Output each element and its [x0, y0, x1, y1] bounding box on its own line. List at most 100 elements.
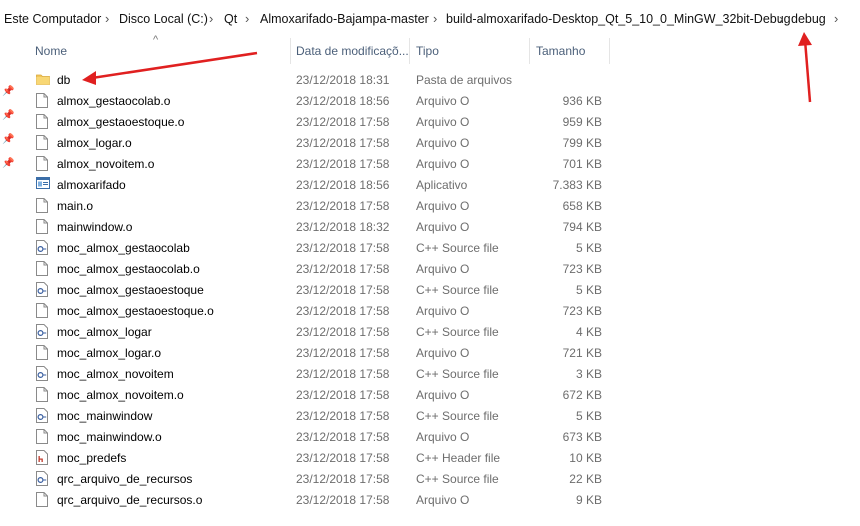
file-size: 3 KB [575, 367, 602, 381]
file-row[interactable]: moc_almox_gestaocolab.o 23/12/2018 17:58 A… [30, 259, 610, 280]
file-row[interactable]: almox_novoitem.o 23/12/2018 17:58 Arquivo … [30, 154, 610, 175]
cpp-source-icon [36, 408, 50, 424]
file-name: moc_predefs [57, 451, 127, 465]
column-header-size[interactable]: Tamanho [536, 44, 585, 62]
file-name: almox_gestaoestoque.o [57, 115, 185, 129]
file-size: 936 KB [562, 94, 602, 108]
file-size: 701 KB [562, 157, 602, 171]
breadcrumb-item[interactable]: Qt [224, 12, 237, 26]
file-type: C++ Source file [416, 472, 499, 486]
file-name: moc_mainwindow.o [57, 430, 162, 444]
chevron-right-icon[interactable]: › [209, 11, 213, 26]
pin-icon[interactable]: 📌 [2, 110, 14, 121]
file-date: 23/12/2018 17:58 [296, 241, 390, 255]
file-name: moc_almox_gestaocolab.o [57, 262, 200, 276]
file-row[interactable]: moc_almox_logar 23/12/2018 17:58 C++ Sourc… [30, 322, 610, 343]
column-divider[interactable] [529, 38, 530, 64]
file-name: moc_almox_gestaocolab [57, 241, 190, 255]
file-row[interactable]: main.o 23/12/2018 17:58 Arquivo O 658 KB [30, 196, 610, 217]
application-icon [36, 177, 50, 193]
file-row[interactable]: moc_almox_gestaoestoque.o 23/12/2018 17:5… [30, 301, 610, 322]
file-row[interactable]: almox_gestaoestoque.o 23/12/2018 17:58 Arq… [30, 112, 610, 133]
column-divider[interactable] [290, 38, 291, 64]
file-type: Arquivo O [416, 136, 470, 150]
file-size: 5 KB [575, 409, 602, 423]
file-date: 23/12/2018 17:58 [296, 430, 390, 444]
file-row[interactable]: almox_gestaocolab.o 23/12/2018 18:56 Arqui… [30, 91, 610, 112]
file-size: 799 KB [562, 136, 602, 150]
file-name: qrc_arquivo_de_recursos [57, 472, 193, 486]
column-header-date[interactable]: Data de modificaçõ... [296, 44, 409, 62]
cpp-source-icon [36, 366, 50, 382]
pin-icon[interactable]: 📌 [2, 158, 14, 169]
cpp-source-icon [36, 324, 50, 340]
breadcrumb: Este Computador › Disco Local (C:) › Qt … [0, 0, 860, 38]
chevron-right-icon[interactable]: › [834, 11, 838, 26]
file-date: 23/12/2018 17:58 [296, 346, 390, 360]
file-date: 23/12/2018 17:58 [296, 115, 390, 129]
file-row[interactable]: moc_mainwindow 23/12/2018 17:58 C++ Source… [30, 406, 610, 427]
file-size: 959 KB [562, 115, 602, 129]
file-size: 5 KB [575, 283, 602, 297]
file-icon [36, 261, 50, 277]
file-row[interactable]: moc_almox_gestaoestoque 23/12/2018 17:58 C… [30, 280, 610, 301]
file-name: db [57, 73, 71, 87]
file-row[interactable]: moc_mainwindow.o 23/12/2018 17:58 Arquivo … [30, 427, 610, 448]
cpp-source-icon [36, 240, 50, 256]
file-name: moc_almox_novoitem.o [57, 388, 184, 402]
file-row[interactable]: qrc_arquivo_de_recursos 23/12/2018 17:58 C… [30, 469, 610, 490]
column-header-name[interactable]: Nome [35, 44, 67, 62]
file-row[interactable]: almoxarifado 23/12/2018 18:56 Aplicativo 7.… [30, 175, 610, 196]
file-type: C++ Source file [416, 241, 499, 255]
file-row[interactable]: moc_predefs 23/12/2018 17:58 C++ Header fi… [30, 448, 610, 469]
file-size: 22 KB [569, 472, 602, 486]
file-date: 23/12/2018 17:58 [296, 199, 390, 213]
chevron-right-icon[interactable]: › [105, 11, 109, 26]
column-divider[interactable] [609, 38, 610, 64]
file-icon [36, 345, 50, 361]
file-name: moc_almox_gestaoestoque.o [57, 304, 214, 318]
breadcrumb-item-current[interactable]: debug [791, 12, 826, 26]
cpp-header-icon [36, 450, 50, 466]
file-date: 23/12/2018 18:32 [296, 220, 390, 234]
file-row[interactable]: almox_logar.o 23/12/2018 17:58 Arquivo O 79… [30, 133, 610, 154]
file-size: 10 KB [569, 451, 602, 465]
file-size: 723 KB [562, 262, 602, 276]
pin-icon[interactable]: 📌 [2, 134, 14, 145]
file-type: C++ Source file [416, 283, 499, 297]
column-header-type[interactable]: Tipo [416, 44, 439, 62]
file-type: Arquivo O [416, 346, 470, 360]
column-divider[interactable] [409, 38, 410, 64]
annotation-arrow-to-debug [798, 32, 812, 103]
breadcrumb-item[interactable]: build-almoxarifado-Desktop_Qt_5_10_0_Min… [446, 12, 791, 26]
file-name: mainwindow.o [57, 220, 133, 234]
file-type: Arquivo O [416, 388, 470, 402]
file-name: main.o [57, 199, 94, 213]
file-row[interactable]: moc_almox_logar.o 23/12/2018 17:58 Arquivo… [30, 343, 610, 364]
breadcrumb-item[interactable]: Disco Local (C:) [119, 12, 208, 26]
sort-ascending-icon: ^ [153, 34, 159, 46]
file-row[interactable]: moc_almox_gestaocolab 23/12/2018 17:58 C++… [30, 238, 610, 259]
file-row[interactable]: moc_almox_novoitem 23/12/2018 17:58 C++ So… [30, 364, 610, 385]
file-row[interactable]: mainwindow.o 23/12/2018 18:32 Arquivo O 794… [30, 217, 610, 238]
file-row[interactable]: moc_almox_novoitem.o 23/12/2018 17:58 Arqu… [30, 385, 610, 406]
file-size: 658 KB [562, 199, 602, 213]
file-date: 23/12/2018 17:58 [296, 493, 390, 507]
cpp-source-icon [36, 282, 50, 298]
breadcrumb-item[interactable]: Este Computador [4, 12, 101, 26]
chevron-right-icon[interactable]: › [245, 11, 249, 26]
file-size: 7.383 KB [552, 178, 602, 192]
file-icon [36, 135, 50, 151]
file-name: almoxarifado [57, 178, 126, 192]
file-date: 23/12/2018 17:58 [296, 283, 390, 297]
pin-icon[interactable]: 📌 [2, 86, 14, 97]
breadcrumb-item[interactable]: Almoxarifado-Bajampa-master [260, 12, 429, 26]
file-type: Arquivo O [416, 493, 470, 507]
file-type: Pasta de arquivos [416, 73, 513, 87]
file-row[interactable]: qrc_arquivo_de_recursos.o 23/12/2018 17:5… [30, 490, 610, 511]
chevron-right-icon[interactable]: › [779, 11, 783, 26]
chevron-right-icon[interactable]: › [433, 11, 437, 26]
file-date: 23/12/2018 18:31 [296, 73, 390, 87]
file-size: 723 KB [562, 304, 602, 318]
file-row[interactable]: db 23/12/2018 18:31 Pasta de arquivos [30, 70, 610, 91]
